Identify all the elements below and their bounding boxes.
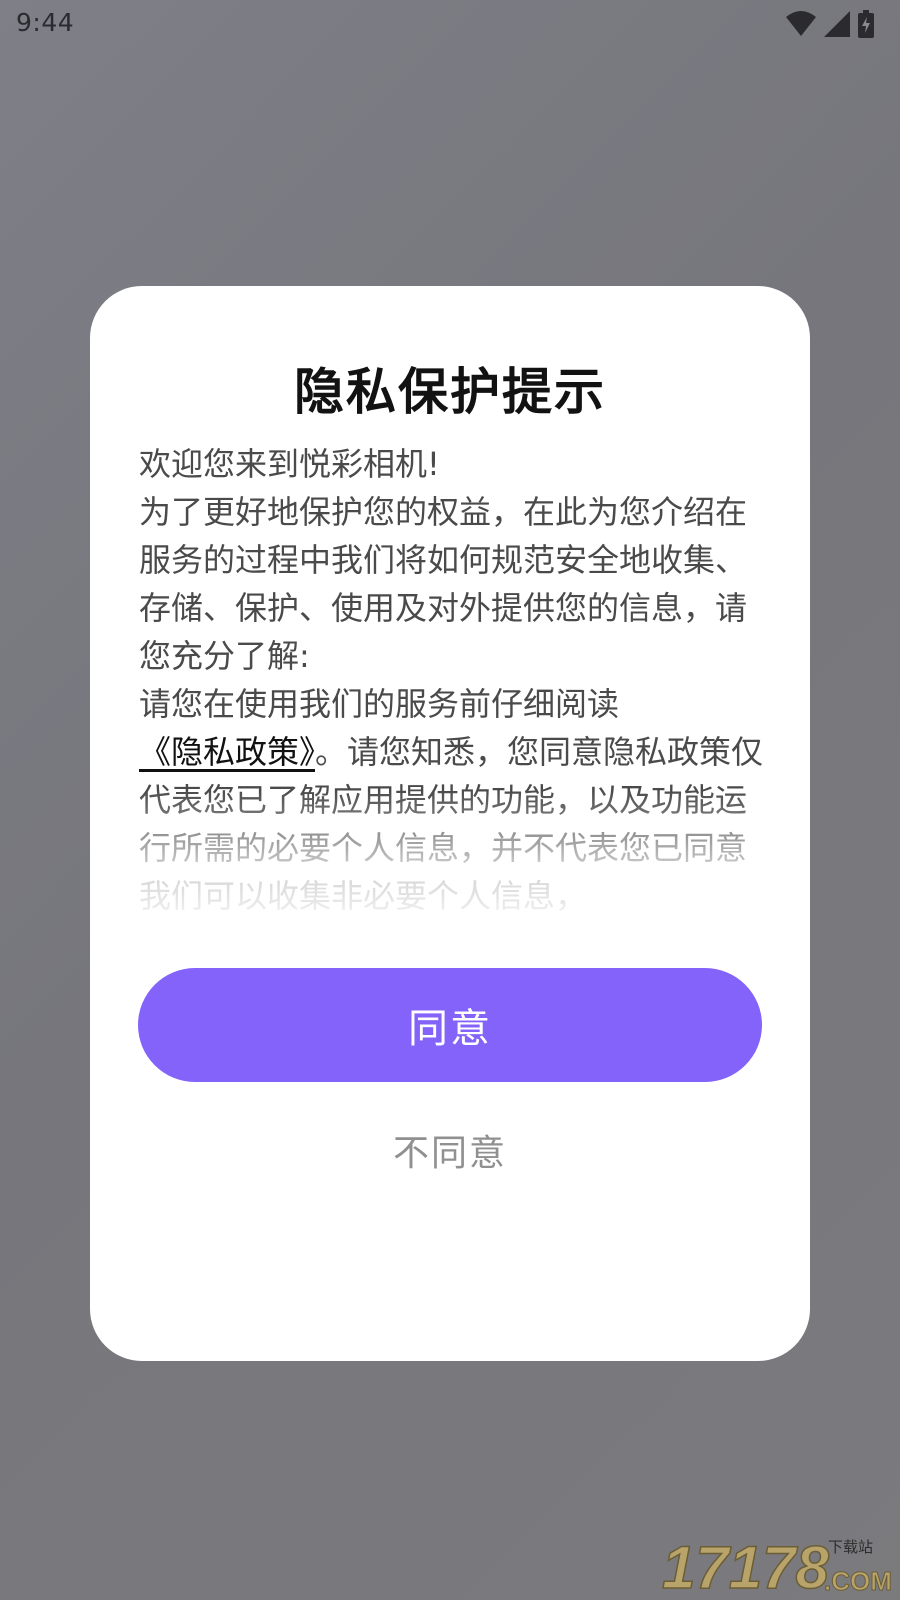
welcome-text: 欢迎您来到悦彩相机! <box>139 445 440 483</box>
dialog-body[interactable]: 欢迎您来到悦彩相机! 为了更好地保护您的权益，在此为您介绍在服务的过程中我们将如… <box>139 440 769 934</box>
watermark-logo: 17178 下载站 .COM <box>662 1533 892 1594</box>
battery-charging-icon <box>858 10 874 38</box>
disagree-button[interactable]: 不同意 <box>300 1122 600 1178</box>
dialog-title: 隐私保护提示 <box>294 363 606 421</box>
intro-text: 为了更好地保护您的权益，在此为您介绍在服务的过程中我们将如何规范安全地收集、存储… <box>139 493 748 675</box>
privacy-policy-link[interactable]: 《隐私政策》 <box>139 733 315 771</box>
consent-paragraph: 请您在使用我们的服务前仔细阅读 《隐私政策》。请您知悉，您同意隐私政策仅代表您已了… <box>139 680 769 920</box>
agree-button[interactable]: 同意 <box>138 968 762 1082</box>
status-time: 9:44 <box>16 8 75 37</box>
watermark-domain: .COM <box>824 1566 892 1594</box>
cell-signal-icon <box>824 11 850 37</box>
status-icons <box>786 10 874 38</box>
watermark-number: 17178 <box>662 1534 829 1594</box>
read-prompt-text: 请您在使用我们的服务前仔细阅读 <box>139 685 620 723</box>
wifi-icon <box>786 11 816 36</box>
watermark-tag: 下载站 <box>828 1538 873 1556</box>
status-bar: 9:44 <box>0 0 900 48</box>
